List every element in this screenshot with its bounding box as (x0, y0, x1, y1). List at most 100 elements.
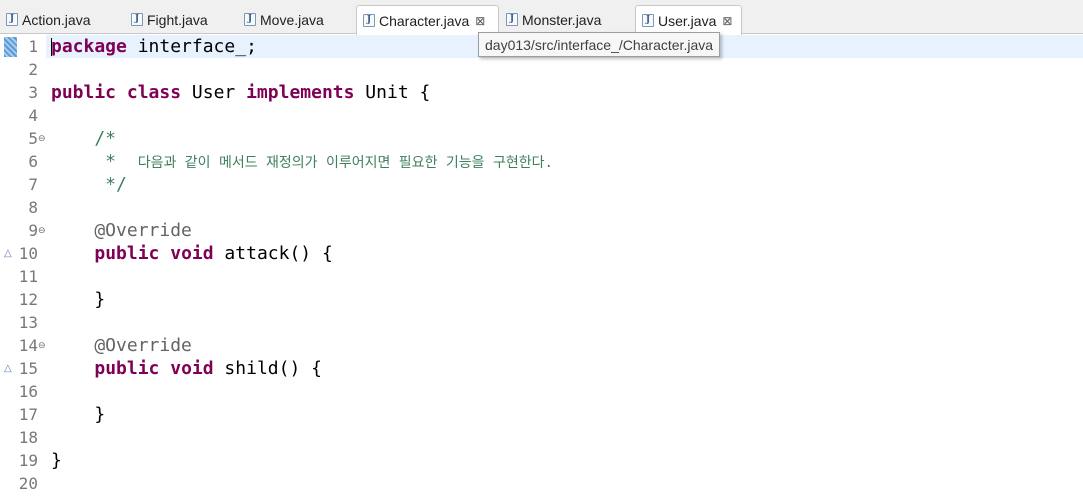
code-line[interactable]: △ 10 public void attack() { (0, 242, 1083, 265)
tab-label: Fight.java (147, 11, 208, 28)
code-line[interactable]: 13 (0, 311, 1083, 334)
tab-character-java[interactable]: J Character.java ⊠ (356, 5, 499, 35)
code-token: 다음과 같이 메서드 재정의가 이루어지면 필요한 기능을 구현한다. (137, 155, 553, 171)
code-line[interactable]: 4 (0, 104, 1083, 127)
code-line[interactable]: 16 (0, 380, 1083, 403)
line-number: 13 (18, 313, 38, 332)
code-line[interactable]: 9 ⊖ @Override (0, 219, 1083, 242)
code-token: * (51, 151, 138, 172)
close-icon[interactable]: ⊠ (475, 15, 485, 27)
code-token: @Override (51, 335, 192, 356)
code-line[interactable]: 5 ⊖ /* (0, 127, 1083, 150)
tab-monster-java[interactable]: J Monster.java (506, 5, 601, 34)
code-token: User (181, 82, 247, 103)
tab-label: User.java (658, 12, 717, 29)
code-token: Unit { (354, 82, 431, 103)
code-token: class (126, 82, 182, 103)
line-number: 10 (18, 244, 38, 263)
code-editor[interactable]: 1 package interface_; 2 3 public class User … (0, 35, 1083, 497)
code-line[interactable]: 19} (0, 449, 1083, 472)
java-file-icon: J (506, 13, 518, 26)
tab-label: Action.java (22, 11, 91, 28)
code-token: public (94, 358, 160, 379)
tab-path-tooltip: day013/src/interface_/Character.java (478, 32, 721, 57)
tab-user-java[interactable]: J User.java ⊠ (635, 5, 742, 35)
tab-move-java[interactable]: J Move.java (244, 5, 324, 34)
code-token: interface_; (126, 36, 257, 57)
line-number: 3 (28, 83, 38, 102)
fold-collapse-icon[interactable]: ⊖ (38, 226, 48, 236)
line-number: 16 (18, 382, 38, 401)
line-number: 12 (18, 290, 38, 309)
code-token: implements (246, 82, 355, 103)
code-line[interactable]: 7 */ (0, 173, 1083, 196)
line-number: 5 (28, 129, 38, 148)
line-number: 6 (28, 152, 38, 171)
java-file-icon: J (131, 13, 143, 26)
code-line[interactable]: 8 (0, 196, 1083, 219)
code-text: } (51, 450, 62, 471)
line-number: 4 (28, 106, 38, 125)
code-token: } (51, 289, 106, 310)
code-line[interactable]: 3 public class User implements Unit { (0, 81, 1083, 104)
line-number: 14 (18, 336, 38, 355)
line-number: 2 (28, 60, 38, 79)
line-number: 7 (28, 175, 38, 194)
code-token: void (170, 243, 214, 264)
code-line[interactable]: 17 } (0, 403, 1083, 426)
code-token: public (94, 243, 160, 264)
code-line[interactable]: 20 (0, 472, 1083, 495)
tab-fight-java[interactable]: J Fight.java (131, 5, 208, 34)
line-number: 20 (18, 474, 38, 493)
java-file-icon: J (244, 13, 256, 26)
line-number: 17 (18, 405, 38, 424)
code-text: * 다음과 같이 메서드 재정의가 이루어지면 필요한 기능을 구현한다. (51, 151, 553, 172)
code-line[interactable]: 2 (0, 58, 1083, 81)
code-line[interactable]: 11 (0, 265, 1083, 288)
code-line[interactable]: 6 * 다음과 같이 메서드 재정의가 이루어지면 필요한 기능을 구현한다. (0, 150, 1083, 173)
line-number: 18 (18, 428, 38, 447)
editor-tab-bar: J Action.java J Fight.java J Move.java J… (0, 0, 1083, 35)
tab-label: Move.java (260, 11, 324, 28)
code-text: package interface_; (51, 36, 257, 57)
fold-collapse-icon[interactable]: ⊖ (38, 341, 48, 351)
code-text: @Override (51, 335, 192, 356)
code-token: */ (51, 174, 127, 195)
code-token: } (51, 404, 106, 425)
java-file-icon: J (642, 14, 654, 27)
code-token: package (51, 36, 127, 57)
code-text: /* (51, 128, 116, 149)
code-text: @Override (51, 220, 192, 241)
code-text: */ (51, 174, 127, 195)
close-icon[interactable]: ⊠ (722, 15, 732, 27)
line-number: 8 (28, 198, 38, 217)
code-token: shild() { (213, 358, 322, 379)
java-file-icon: J (363, 14, 375, 27)
code-line[interactable]: 18 (0, 426, 1083, 449)
code-token: void (170, 358, 214, 379)
fold-collapse-icon[interactable]: ⊖ (38, 134, 48, 144)
line-number: 15 (18, 359, 38, 378)
line-number: 9 (28, 221, 38, 240)
line-number: 1 (28, 37, 38, 56)
code-text: public void shild() { (51, 358, 322, 379)
code-line[interactable]: △ 15 public void shild() { (0, 357, 1083, 380)
code-line[interactable]: 14 ⊖ @Override (0, 334, 1083, 357)
code-token: attack() { (213, 243, 333, 264)
code-token: /* (51, 128, 117, 149)
code-text: } (51, 289, 105, 310)
line-number: 19 (18, 451, 38, 470)
tab-label: Character.java (379, 12, 470, 29)
code-token: public (51, 82, 117, 103)
code-line[interactable]: 12 } (0, 288, 1083, 311)
tab-action-java[interactable]: J Action.java (6, 5, 90, 34)
code-text: } (51, 404, 105, 425)
line-number: 11 (18, 267, 38, 286)
code-token: @Override (51, 220, 192, 241)
code-text: public void attack() { (51, 243, 333, 264)
